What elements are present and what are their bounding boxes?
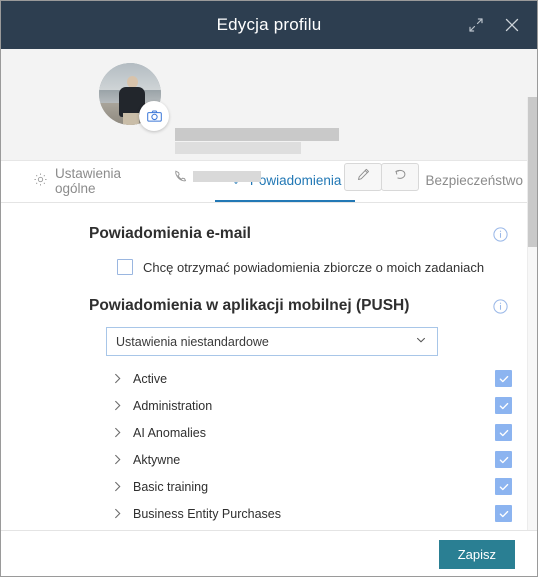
dialog-title: Edycja profilu	[216, 15, 322, 34]
email-section-header: Powiadomienia e-mail	[1, 203, 537, 243]
undo-icon	[392, 167, 408, 188]
list-item-checkbox[interactable]	[495, 370, 512, 387]
list-item[interactable]: Basic training	[1, 473, 537, 500]
dialog-titlebar: Edycja profilu	[1, 1, 537, 49]
list-item[interactable]: Administration	[1, 392, 537, 419]
chevron-right-icon[interactable]	[111, 399, 124, 412]
list-item-checkbox[interactable]	[495, 451, 512, 468]
profile-edit-dialog: Edycja profilu Ustawienia ogólne Powiado…	[0, 0, 538, 577]
scroll-body: Ustawienia ogólne Powiadomienia Bezpiecz…	[1, 49, 537, 530]
tab-label: Bezpieczeństwo	[425, 173, 523, 188]
chevron-right-icon[interactable]	[111, 372, 124, 385]
save-button[interactable]: Zapisz	[438, 539, 515, 569]
push-mode-select[interactable]: Ustawienia niestandardowe	[106, 327, 438, 356]
edit-profile-button[interactable]	[344, 163, 382, 191]
list-item-label: Administration	[133, 398, 213, 413]
expand-icon[interactable]	[463, 12, 489, 38]
gear-icon	[33, 172, 48, 190]
push-section-title: Powiadomienia w aplikacji mobilnej (PUSH…	[89, 297, 410, 314]
avatar[interactable]	[99, 63, 169, 131]
push-mode-select-row: Ustawienia niestandardowe	[1, 315, 537, 356]
pencil-icon	[356, 167, 371, 187]
chevron-right-icon[interactable]	[111, 453, 124, 466]
email-digest-checkbox-row: Chcę otrzymać powiadomienia zbiorcze o m…	[1, 243, 537, 275]
list-item[interactable]: Active	[1, 365, 537, 392]
email-section-title: Powiadomienia e-mail	[89, 225, 251, 242]
chevron-right-icon[interactable]	[111, 426, 124, 439]
chevron-down-icon	[414, 333, 428, 350]
vertical-scrollbar[interactable]	[527, 97, 537, 530]
titlebar-actions	[463, 1, 525, 49]
email-digest-checkbox[interactable]	[117, 259, 133, 275]
info-icon[interactable]	[492, 298, 509, 315]
chevron-right-icon[interactable]	[111, 480, 124, 493]
list-item-label: Active	[133, 371, 168, 386]
scrollbar-thumb[interactable]	[528, 97, 537, 247]
list-item-label: Basic training	[133, 479, 209, 494]
camera-icon[interactable]	[139, 101, 169, 131]
tab-label: Ustawienia ogólne	[55, 165, 122, 196]
undo-profile-button[interactable]	[381, 163, 419, 191]
settings-tabs: Ustawienia ogólne Powiadomienia Bezpiecz…	[1, 161, 537, 203]
info-icon[interactable]	[492, 226, 509, 243]
profile-phone-redacted	[193, 171, 261, 182]
profile-header	[1, 49, 537, 191]
push-category-list: Active Administration AI Anomalies Aktywne B…	[1, 356, 537, 527]
list-item[interactable]: AI Anomalies	[1, 419, 537, 446]
list-item-checkbox[interactable]	[495, 397, 512, 414]
push-section-header: Powiadomienia w aplikacji mobilnej (PUSH…	[1, 275, 537, 315]
list-item-label: Aktywne	[133, 452, 181, 467]
profile-name-redacted-line2	[175, 142, 301, 154]
push-mode-select-value: Ustawienia niestandardowe	[116, 334, 269, 349]
close-icon[interactable]	[499, 12, 525, 38]
list-item-checkbox[interactable]	[495, 424, 512, 441]
list-item[interactable]: Aktywne	[1, 446, 537, 473]
dialog-body: Ustawienia ogólne Powiadomienia Bezpiecz…	[1, 49, 537, 576]
tab-label: Powiadomienia	[249, 173, 342, 188]
chevron-right-icon[interactable]	[111, 507, 124, 520]
phone-icon	[173, 168, 189, 184]
dialog-footer: Zapisz	[1, 530, 537, 576]
email-digest-label: Chcę otrzymać powiadomienia zbiorcze o m…	[143, 259, 485, 275]
profile-name-redacted	[175, 128, 339, 141]
list-item-checkbox[interactable]	[495, 478, 512, 495]
list-item-label: Business Entity Purchases	[133, 506, 281, 521]
list-item-label: AI Anomalies	[133, 425, 206, 440]
list-item[interactable]: Business Entity Purchases	[1, 500, 537, 527]
tab-general-settings[interactable]: Ustawienia ogólne	[19, 161, 169, 202]
notifications-panel: Powiadomienia e-mail Chcę otrzymać powia…	[1, 203, 537, 530]
list-item-checkbox[interactable]	[495, 505, 512, 522]
